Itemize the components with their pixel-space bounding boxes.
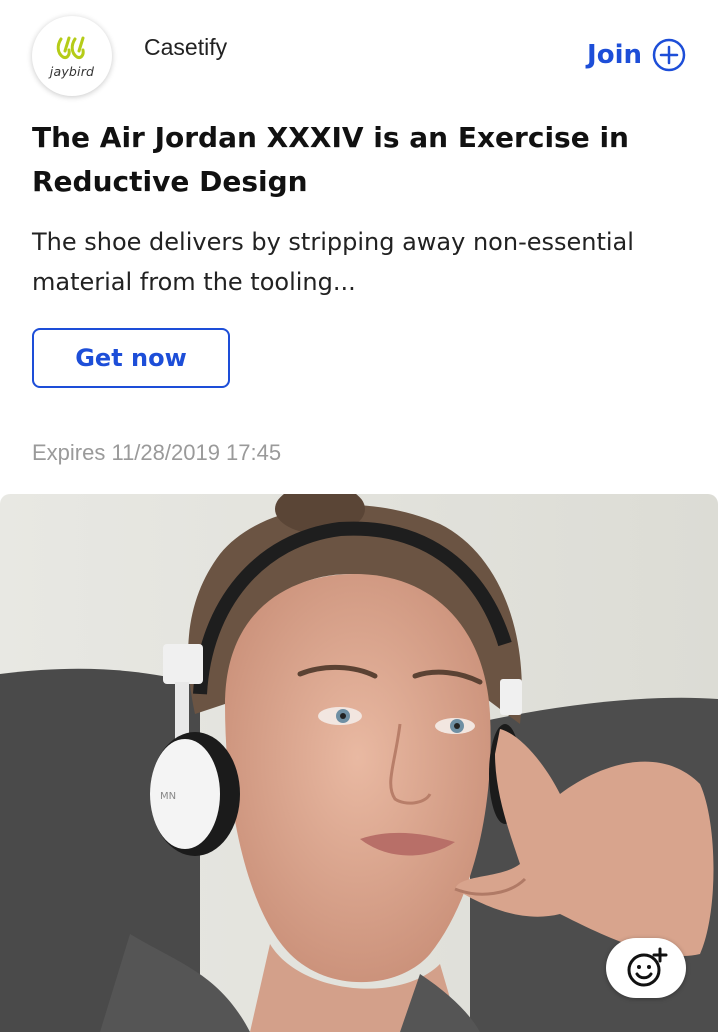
post-image[interactable]: MN (0, 494, 718, 1032)
jaybird-logo-icon (56, 36, 85, 59)
join-button[interactable]: Join (587, 38, 686, 72)
plus-circle-icon (652, 38, 686, 72)
promo-card: jaybird Casetify Join The Air Jordan XXX… (0, 0, 718, 1032)
brand-logo[interactable]: jaybird (32, 16, 112, 96)
post-description: The shoe delivers by stripping away non-… (32, 228, 634, 296)
join-label: Join (587, 40, 642, 70)
brand-name[interactable]: Casetify (144, 34, 227, 61)
get-now-button[interactable]: Get now (32, 328, 230, 388)
expiry-text: Expires 11/28/2019 17:45 (32, 440, 282, 465)
svg-text:MN: MN (160, 791, 176, 802)
post-title[interactable]: The Air Jordan XXXIV is an Exercise in R… (32, 116, 672, 204)
smiley-add-icon (627, 947, 668, 987)
add-reaction-button[interactable] (606, 938, 686, 998)
brand-logo-wordmark: jaybird (49, 64, 95, 79)
